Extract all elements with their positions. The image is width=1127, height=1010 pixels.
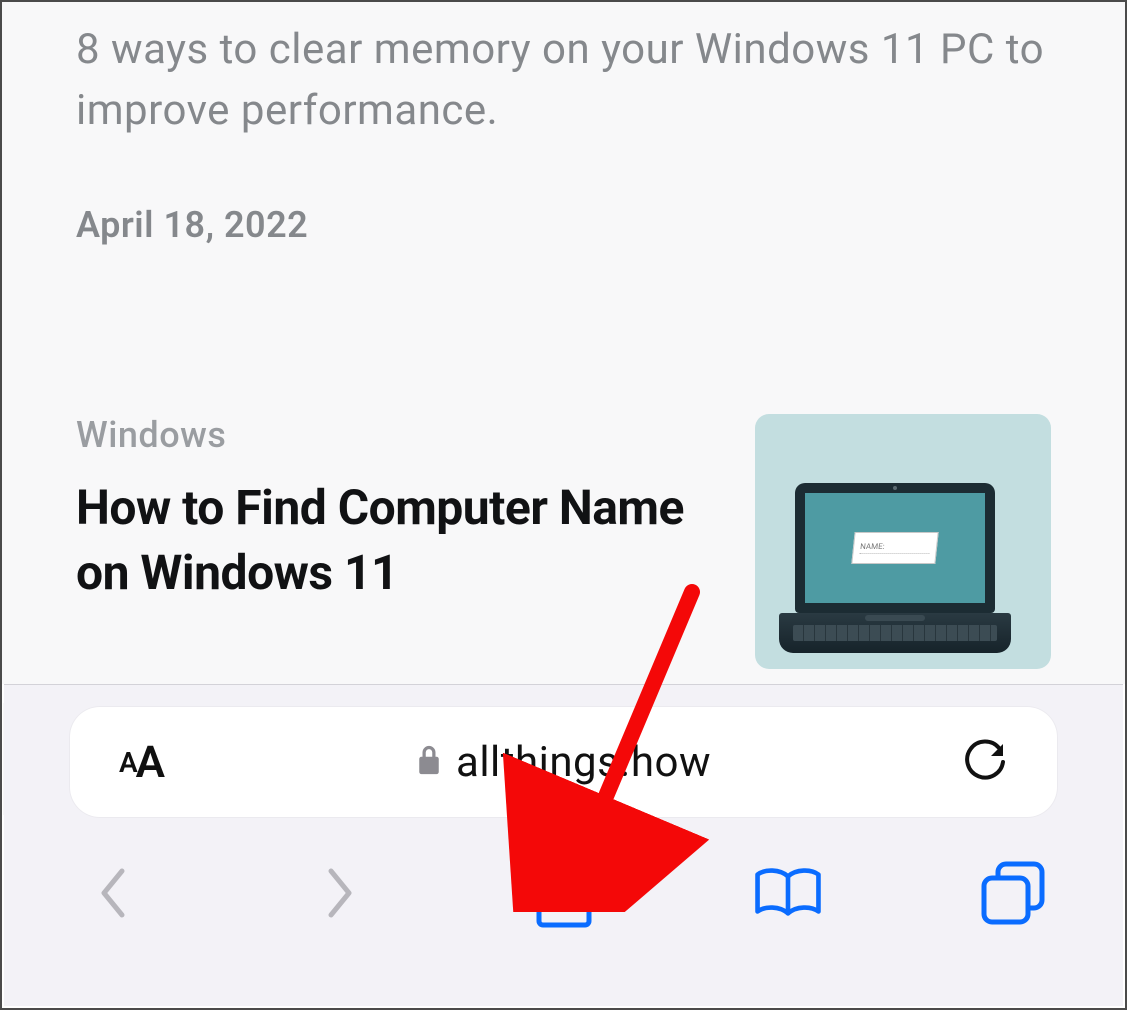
article-category[interactable]: Windows <box>76 414 715 456</box>
text-size-large-a: A <box>136 736 165 788</box>
address-bar-url[interactable]: allthings.how <box>178 738 949 787</box>
chevron-left-icon <box>94 863 134 923</box>
bottom-toolbar <box>4 817 1123 929</box>
bookmarks-button[interactable] <box>752 857 824 929</box>
back-button[interactable] <box>78 857 150 929</box>
tabs-button[interactable] <box>977 857 1049 929</box>
share-icon <box>535 857 593 929</box>
tabs-icon <box>980 860 1046 926</box>
forward-button[interactable] <box>303 857 375 929</box>
book-icon <box>752 863 824 923</box>
page-content: 8 ways to clear memory on your Windows 1… <box>2 2 1125 684</box>
lock-icon <box>416 743 442 781</box>
reader-text-size-button[interactable]: AA <box>106 726 178 798</box>
refresh-button[interactable] <box>949 726 1021 798</box>
article-thumbnail[interactable]: NAME: <box>755 414 1051 669</box>
address-bar[interactable]: AA allthings.how <box>70 707 1057 817</box>
share-button[interactable] <box>528 857 600 929</box>
laptop-label-text: NAME: <box>860 542 931 551</box>
refresh-icon <box>963 738 1007 786</box>
article-date: April 18, 2022 <box>76 204 1051 246</box>
article-excerpt: 8 ways to clear memory on your Windows 1… <box>76 2 1051 142</box>
chevron-right-icon <box>319 863 359 923</box>
article-card[interactable]: Windows How to Find Computer Name on Win… <box>76 414 1051 669</box>
browser-chrome: AA allthings.how <box>4 684 1123 1006</box>
address-bar-domain-text: allthings.how <box>456 738 711 787</box>
article-title[interactable]: How to Find Computer Name on Windows 11 <box>76 476 715 606</box>
laptop-illustration: NAME: <box>795 483 1011 653</box>
